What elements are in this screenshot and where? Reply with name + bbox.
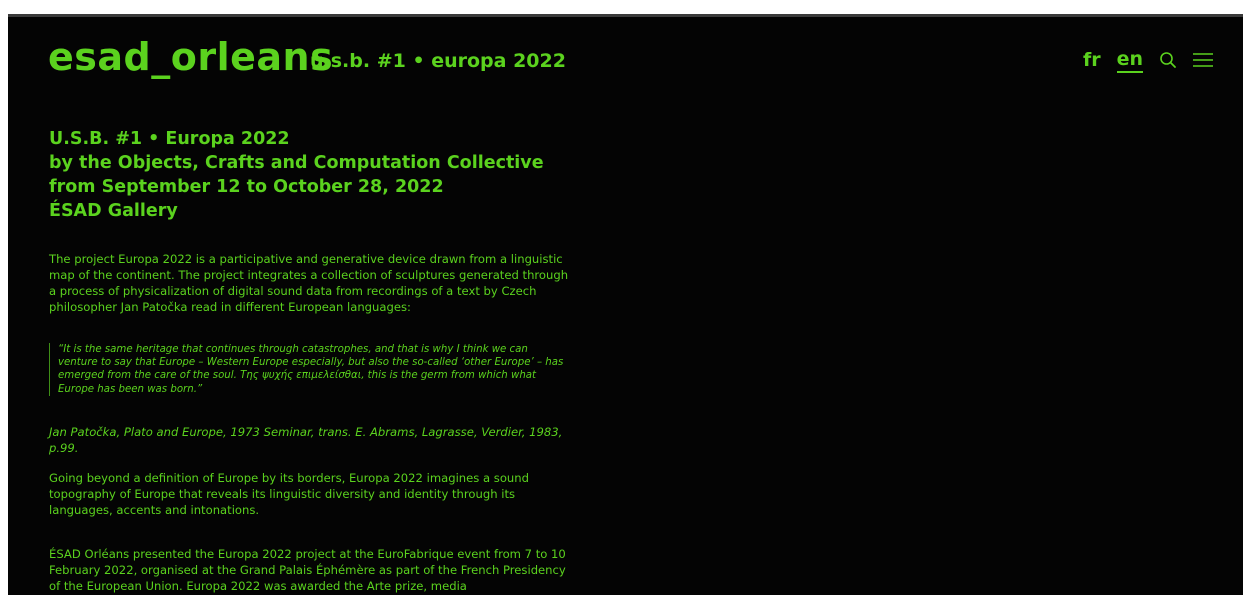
page-frame: esad_orleans u.s.b. #1 • europa 2022 fr … (8, 14, 1243, 595)
lang-en-link[interactable]: en (1116, 47, 1143, 73)
site-logo[interactable]: esad_orleans (48, 35, 333, 79)
header-nav: fr en (1083, 47, 1213, 73)
site-header: esad_orleans u.s.b. #1 • europa 2022 fr … (48, 35, 1213, 85)
site-subtitle[interactable]: u.s.b. #1 • europa 2022 (310, 49, 566, 73)
intro-paragraph: The project Europa 2022 is a participati… (49, 252, 569, 314)
article-heading: U.S.B. #1 • Europa 2022 by the Objects, … (49, 127, 569, 223)
body-paragraph: ÉSAD Orléans presented the Europa 2022 p… (49, 546, 566, 593)
heading-line: by the Objects, Crafts and Computation C… (49, 153, 544, 173)
lang-fr-link[interactable]: fr (1083, 48, 1101, 72)
quote-citation: Jan Patočka, Plato and Europe, 1973 Semi… (49, 424, 563, 455)
blockquote: “It is the same heritage that continues … (49, 343, 569, 396)
heading-line: ÉSAD Gallery (49, 201, 178, 221)
heading-line: from September 12 to October 28, 2022 (49, 177, 444, 197)
article-content: U.S.B. #1 • Europa 2022 by the Objects, … (49, 127, 569, 594)
body-paragraph: Going beyond a definition of Europe by i… (49, 470, 529, 517)
search-icon[interactable] (1159, 51, 1177, 69)
hamburger-menu-icon[interactable] (1193, 52, 1213, 68)
heading-line: U.S.B. #1 • Europa 2022 (49, 129, 290, 149)
